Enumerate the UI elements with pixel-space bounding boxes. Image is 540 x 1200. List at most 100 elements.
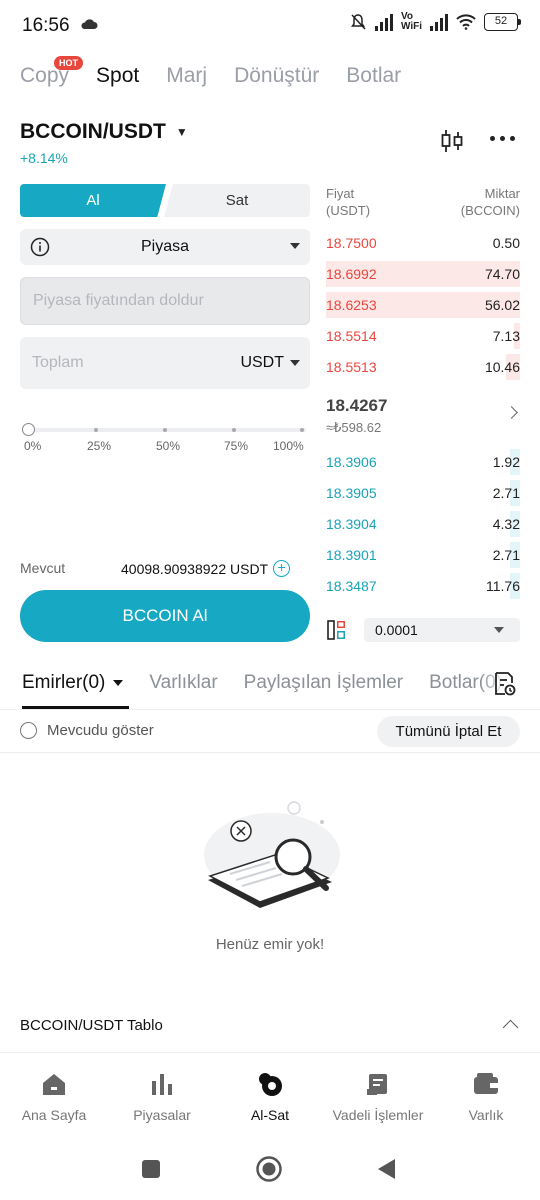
buy-button[interactable]: BCCOIN Al: [20, 590, 310, 642]
bid-price: 18.3904: [326, 516, 377, 532]
available-balance: 40098.90938922 USDT +: [121, 560, 291, 577]
bid-row[interactable]: 18.3904 4.32: [326, 511, 520, 537]
bid-price: 18.3901: [326, 547, 377, 563]
caret-down-icon: [290, 243, 300, 249]
bid-row[interactable]: 18.3487 11.76: [326, 573, 520, 599]
nav-assets[interactable]: Varlık: [432, 1069, 540, 1123]
ask-qty: 56.02: [484, 297, 520, 313]
ask-row[interactable]: 18.6992 74.70: [326, 261, 520, 287]
bid-qty: 11.76: [486, 578, 520, 594]
buy-tab[interactable]: Al: [20, 184, 166, 217]
candlestick-icon[interactable]: [440, 128, 464, 154]
tab-copy[interactable]: Copy HOT: [20, 56, 83, 88]
slider-label: 25%: [87, 439, 112, 453]
divider: [0, 709, 540, 710]
bid-price: 18.3905: [326, 485, 377, 501]
radio-button[interactable]: [20, 722, 37, 739]
price-header: Fiyat (USDT): [326, 186, 371, 218]
slider-labels: 0% 25% 50% 75% 100%: [24, 439, 310, 455]
status-time: 16:56: [22, 15, 70, 36]
slider-step: [163, 428, 167, 432]
slider-knob[interactable]: [22, 423, 35, 436]
signal-icon: [374, 13, 393, 31]
ask-qty: 0.50: [492, 235, 520, 251]
order-type-select[interactable]: Piyasa: [20, 229, 310, 265]
ask-price: 18.6253: [326, 297, 377, 313]
nav-trade[interactable]: Al-Sat: [216, 1069, 324, 1123]
slider-track[interactable]: [28, 428, 306, 432]
nav-markets[interactable]: Piyasalar: [108, 1069, 216, 1123]
add-funds-icon[interactable]: +: [273, 560, 291, 577]
futures-icon: [367, 1074, 387, 1095]
pair-selector[interactable]: BCCOIN/USDT ▼: [20, 120, 188, 144]
status-bar: 16:56 Vo WiFi 52: [0, 0, 540, 52]
bid-row[interactable]: 18.3905 2.71: [326, 480, 520, 506]
slider-label: 0%: [24, 439, 42, 453]
depth-view-icon[interactable]: [327, 620, 347, 640]
bid-qty: 1.92: [492, 454, 520, 470]
caret-down-icon: [113, 680, 124, 686]
trade-icon: [259, 1073, 282, 1096]
sell-tab[interactable]: Sat: [164, 184, 310, 217]
price-change: +8.14%: [20, 150, 68, 166]
mute-bell-icon: [350, 14, 366, 30]
chevron-up-icon[interactable]: [502, 1019, 519, 1036]
more-icon[interactable]: [490, 136, 515, 141]
home-icon: [43, 1074, 65, 1095]
last-price-row[interactable]: 18.4267 ≈₺598.62: [326, 396, 520, 436]
price-input[interactable]: Piyasa fiyatından doldur: [20, 277, 310, 325]
back-icon[interactable]: [376, 1157, 396, 1181]
tab-orders[interactable]: Emirler(0): [22, 672, 124, 694]
vowifi-label: Vo WiFi: [400, 11, 422, 32]
bid-price: 18.3906: [326, 454, 377, 470]
cancel-all-button[interactable]: Tümünü İptal Et: [377, 716, 520, 747]
order-history-icon[interactable]: [493, 671, 517, 697]
tab-bots[interactable]: Botlar: [346, 64, 401, 88]
ask-price: 18.5513: [326, 359, 377, 375]
ask-row[interactable]: 18.6253 56.02: [326, 292, 520, 318]
tab-convert[interactable]: Dönüştür: [234, 64, 319, 88]
ask-row[interactable]: 18.7500 0.50: [326, 230, 520, 256]
precision-select[interactable]: 0.0001: [364, 618, 520, 642]
ask-price: 18.7500: [326, 235, 377, 251]
tab-margin[interactable]: Marj: [166, 64, 207, 88]
ask-row[interactable]: 18.5513 10.46: [326, 354, 520, 380]
last-price-fiat: ≈₺598.62: [326, 420, 382, 435]
bid-row[interactable]: 18.3901 2.71: [326, 542, 520, 568]
signal-icon: [430, 13, 448, 31]
recents-icon[interactable]: [141, 1159, 161, 1179]
total-placeholder: Toplam: [32, 354, 84, 371]
show-current-label: Mevcudu göster: [47, 722, 154, 739]
slider-step: [94, 428, 98, 432]
tab-spot[interactable]: Spot: [96, 64, 139, 88]
show-current-toggle[interactable]: Mevcudu göster: [20, 722, 154, 739]
chart-section-toggle[interactable]: BCCOIN/USDT Tablo: [20, 1017, 163, 1034]
caret-down-icon: ▼: [175, 125, 188, 139]
nav-futures[interactable]: Vadeli İşlemler: [324, 1069, 432, 1123]
ask-qty: 10.46: [484, 359, 520, 375]
ask-price: 18.5514: [326, 328, 377, 344]
slider-label: 50%: [156, 439, 181, 453]
empty-search-illustration: [204, 801, 340, 908]
bottom-nav: Ana Sayfa Piyasalar Al-Sat Vadeli İşleml…: [0, 1052, 540, 1132]
ask-qty: 7.13: [492, 328, 520, 344]
tab-shared-trades[interactable]: Paylaşılan İşlemler: [244, 672, 403, 694]
bid-qty: 2.71: [492, 547, 520, 563]
tab-assets[interactable]: Varlıklar: [149, 672, 217, 694]
info-icon[interactable]: [30, 237, 50, 257]
top-tabs: Copy HOT Spot Marj Dönüştür Botlar: [20, 56, 428, 88]
home-button-icon[interactable]: [255, 1155, 283, 1183]
divider: [0, 752, 540, 753]
buy-sell-toggle: Al Sat: [20, 184, 310, 217]
bid-price: 18.3487: [326, 578, 377, 594]
bid-row[interactable]: 18.3906 1.92: [326, 449, 520, 475]
bar-chart-icon: [152, 1074, 172, 1095]
nav-home[interactable]: Ana Sayfa: [0, 1069, 108, 1123]
ask-qty: 74.70: [484, 266, 520, 282]
total-unit-select[interactable]: USDT: [240, 354, 300, 372]
orders-tabs: Emirler(0) Varlıklar Paylaşılan İşlemler…: [22, 672, 540, 694]
total-input[interactable]: Toplam USDT: [20, 337, 310, 389]
cloud-icon: [81, 19, 98, 29]
caret-down-icon: [290, 360, 300, 366]
ask-row[interactable]: 18.5514 7.13: [326, 323, 520, 349]
